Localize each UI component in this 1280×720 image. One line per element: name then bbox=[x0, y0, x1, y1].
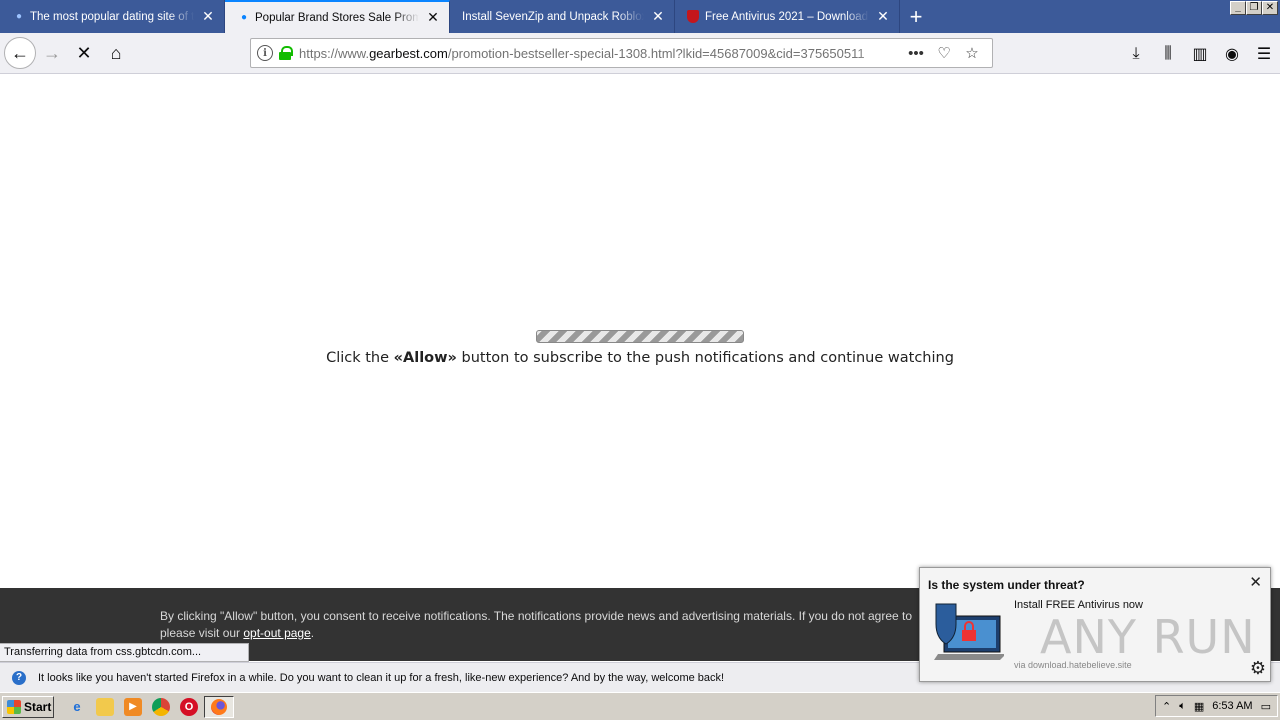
allow-message: Click the «Allow» button to subscribe to… bbox=[326, 350, 954, 366]
hamburger-icon: ☰ bbox=[1256, 45, 1272, 63]
page-actions-icon[interactable]: ••• bbox=[902, 45, 930, 62]
taskbar-firefox-button[interactable] bbox=[204, 695, 234, 718]
consent-text: By clicking "Allow" button, you consent … bbox=[160, 609, 913, 640]
window-controls: _ ❐ ✕ bbox=[1230, 1, 1278, 15]
notification-text: It looks like you haven't started Firefo… bbox=[38, 671, 725, 684]
tab-strip: ● The most popular dating site of the ✕ … bbox=[0, 0, 1280, 33]
start-button[interactable]: Start bbox=[2, 695, 54, 718]
bookmark-star-icon[interactable]: ☆ bbox=[958, 44, 986, 62]
tab-title: Install SevenZip and Unpack Roblox_E bbox=[462, 10, 644, 23]
question-icon: ? bbox=[12, 670, 26, 685]
arrow-right-icon: → bbox=[43, 42, 61, 63]
volume-icon[interactable]: 🔈︎ bbox=[1179, 700, 1186, 713]
tab-dating-site[interactable]: ● The most popular dating site of the ✕ bbox=[0, 0, 225, 33]
tab-close-icon[interactable]: ✕ bbox=[875, 8, 891, 25]
account-button[interactable]: ◉ bbox=[1216, 38, 1248, 70]
pocket-icon[interactable]: ♡ bbox=[930, 44, 958, 62]
sidebar-button[interactable]: ▥ bbox=[1184, 38, 1216, 70]
popup-source: via download.hatebelieve.site bbox=[1014, 660, 1132, 670]
media-player-icon[interactable]: ▶ bbox=[124, 697, 142, 716]
tab-sevenzip[interactable]: Install SevenZip and Unpack Roblox_E ✕ bbox=[450, 0, 675, 33]
chrome-icon[interactable] bbox=[152, 697, 170, 716]
stop-icon: ✕ bbox=[76, 42, 92, 63]
arrow-left-icon: ← bbox=[11, 42, 29, 63]
library-button[interactable]: ⫼ bbox=[1152, 38, 1184, 70]
antivirus-popup[interactable]: Is the system under threat? ✕ Install FR… bbox=[919, 567, 1271, 682]
home-button[interactable]: ⌂ bbox=[100, 37, 132, 69]
tab-title: Free Antivirus 2021 – Download Free bbox=[705, 10, 869, 23]
restore-button[interactable]: ❐ bbox=[1246, 1, 1262, 15]
status-bar: Transferring data from css.gbtcdn.com... bbox=[0, 643, 249, 662]
home-icon: ⌂ bbox=[110, 42, 122, 63]
tab-favicon-icon: ● bbox=[15, 11, 23, 22]
tab-brand-stores[interactable]: ● Popular Brand Stores Sale Promotion ✕ bbox=[225, 0, 450, 33]
tab-favicon-icon: ● bbox=[240, 12, 248, 23]
opt-out-link[interactable]: opt-out page bbox=[243, 626, 310, 640]
forward-button[interactable]: → bbox=[36, 37, 68, 69]
close-window-button[interactable]: ✕ bbox=[1262, 1, 1278, 15]
library-icon: ⫼ bbox=[1164, 44, 1172, 62]
shield-icon bbox=[687, 10, 699, 23]
taskbar: Start e ▶ O ⌃ 🔈︎ ▦ 6:53 AM ▭ bbox=[0, 692, 1280, 720]
new-tab-button[interactable]: + bbox=[900, 0, 932, 33]
network-icon[interactable]: ▦ bbox=[1194, 700, 1204, 713]
tab-title: The most popular dating site of the bbox=[30, 10, 194, 23]
anyrun-watermark: ANY RUN bbox=[1040, 610, 1256, 664]
opera-icon[interactable]: O bbox=[180, 697, 198, 716]
menu-button[interactable]: ☰ bbox=[1248, 38, 1280, 70]
loading-progress-bar bbox=[536, 330, 744, 343]
nav-bar: ← → ✕ ⌂ i https://www.gearbest.com/promo… bbox=[0, 33, 1280, 74]
sidebar-icon: ▥ bbox=[1192, 45, 1208, 63]
stop-button[interactable]: ✕ bbox=[68, 37, 100, 69]
show-desktop-icon[interactable]: ▭ bbox=[1261, 700, 1271, 713]
page-content: Click the «Allow» button to subscribe to… bbox=[0, 74, 1280, 588]
toolbar-right: ⤓ ⫼ ▥ ◉ ☰ bbox=[1120, 33, 1280, 74]
url-domain: gearbest.com bbox=[369, 45, 448, 61]
popup-title: Is the system under threat? bbox=[928, 578, 1085, 592]
tab-title: Popular Brand Stores Sale Promotion bbox=[255, 11, 419, 24]
back-button[interactable]: ← bbox=[4, 37, 36, 69]
quick-launch: e ▶ O bbox=[68, 697, 198, 716]
info-icon[interactable]: i bbox=[257, 45, 273, 61]
lock-icon[interactable] bbox=[279, 46, 293, 60]
laptop-shield-icon bbox=[934, 603, 1004, 660]
tab-free-antivirus[interactable]: Free Antivirus 2021 – Download Free ✕ bbox=[675, 0, 900, 33]
account-icon: ◉ bbox=[1225, 45, 1239, 63]
downloads-button[interactable]: ⤓ bbox=[1120, 38, 1152, 70]
minimize-button[interactable]: _ bbox=[1230, 1, 1246, 15]
tab-close-icon[interactable]: ✕ bbox=[200, 8, 216, 25]
firefox-icon bbox=[211, 698, 227, 715]
system-tray: ⌃ 🔈︎ ▦ 6:53 AM ▭ bbox=[1155, 695, 1278, 717]
tray-expand-icon[interactable]: ⌃ bbox=[1162, 700, 1171, 713]
download-icon: ⤓ bbox=[1132, 44, 1140, 62]
address-bar[interactable]: i https://www.gearbest.com/promotion-bes… bbox=[250, 38, 993, 68]
windows-logo-icon bbox=[7, 699, 21, 714]
popup-close-icon[interactable]: ✕ bbox=[1249, 573, 1262, 591]
url-path: /promotion-bestseller-special-1308.html?… bbox=[447, 45, 865, 61]
tab-close-icon[interactable]: ✕ bbox=[650, 8, 666, 25]
clock[interactable]: 6:53 AM bbox=[1212, 700, 1252, 712]
ie-icon[interactable]: e bbox=[68, 698, 86, 716]
url-prefix: https://www. bbox=[299, 45, 370, 61]
url-text[interactable]: https://www.gearbest.com/promotion-bests… bbox=[299, 46, 902, 61]
folder-icon[interactable] bbox=[96, 697, 114, 716]
tab-close-icon[interactable]: ✕ bbox=[425, 9, 441, 26]
gear-icon[interactable]: ⚙ bbox=[1250, 658, 1266, 679]
